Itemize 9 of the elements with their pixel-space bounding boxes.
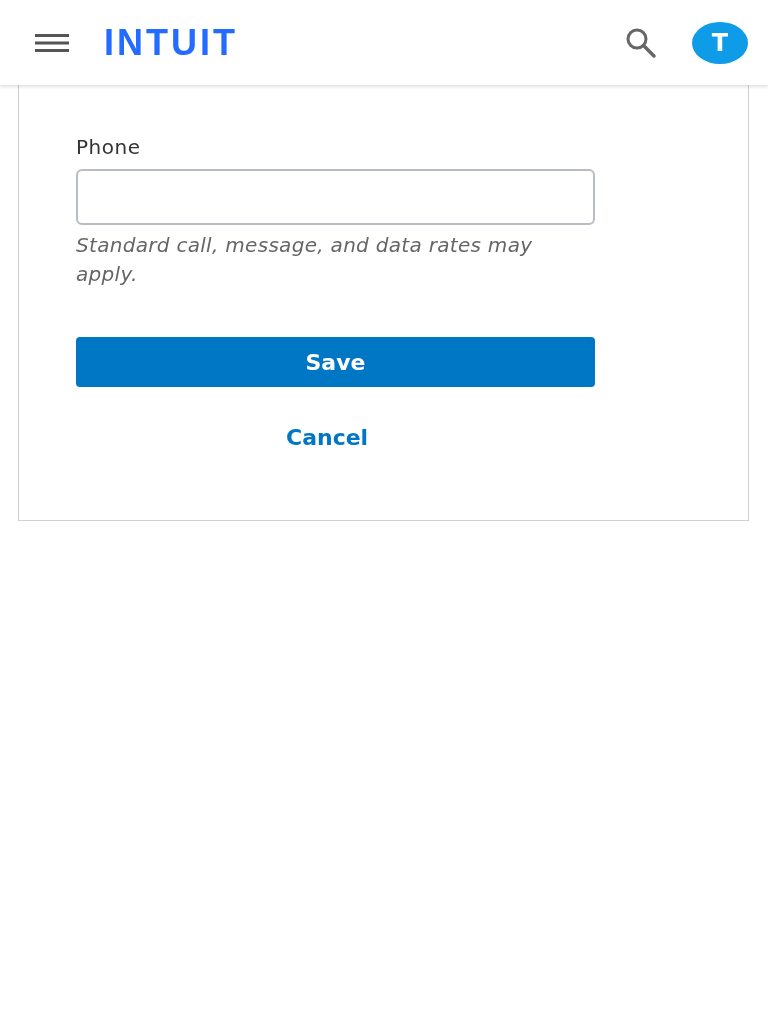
field-label: Phone (76, 135, 142, 159)
phone-field[interactable] (76, 169, 595, 225)
menu-icon[interactable] (35, 32, 69, 53)
hint-text: Standard call, message, and data rates may apply. (76, 232, 534, 288)
logo[interactable]: INTUIT (104, 21, 238, 64)
save-button[interactable]: Save (76, 337, 595, 387)
cancel-link[interactable]: Cancel (286, 425, 369, 450)
search-icon[interactable] (625, 26, 657, 59)
avatar[interactable]: T (692, 21, 748, 64)
